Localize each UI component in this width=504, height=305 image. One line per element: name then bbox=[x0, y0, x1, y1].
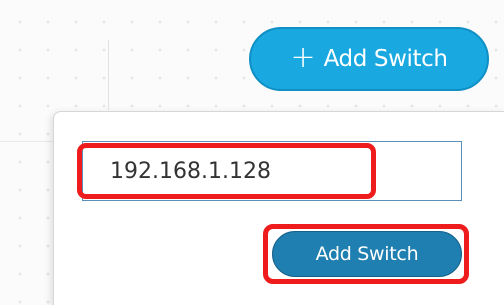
add-switch-toggle-button[interactable]: + Add Switch bbox=[249, 27, 489, 91]
switch-ip-input[interactable] bbox=[82, 141, 462, 201]
canvas-divider-vertical bbox=[108, 40, 109, 110]
plus-icon: + bbox=[290, 39, 316, 75]
add-switch-submit-label: Add Switch bbox=[315, 243, 419, 265]
add-switch-submit-button[interactable]: Add Switch bbox=[272, 231, 462, 277]
add-switch-toggle-label: Add Switch bbox=[323, 46, 448, 72]
